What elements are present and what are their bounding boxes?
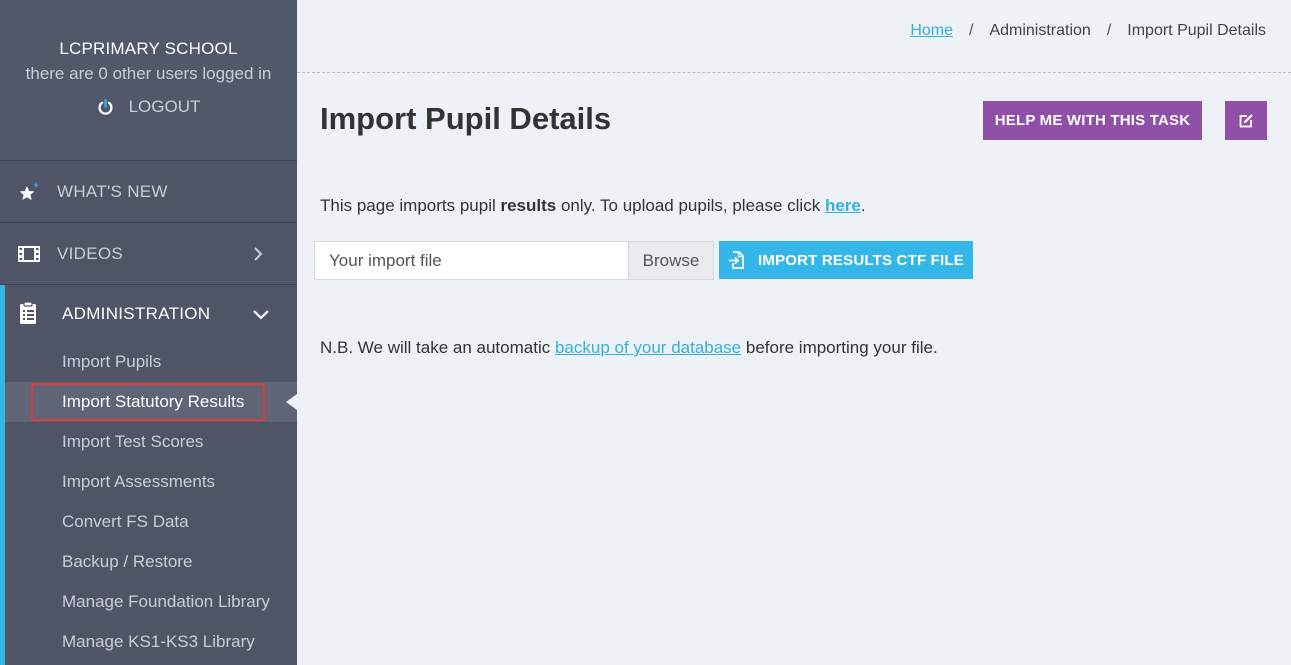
- sidebar-item-manage-foundation-library[interactable]: Manage Foundation Library: [5, 582, 297, 622]
- breadcrumb: Home / Administration / Import Pupil Det…: [910, 22, 1266, 40]
- edit-button[interactable]: [1225, 101, 1267, 140]
- sidebar-item-import-statutory-results[interactable]: Import Statutory Results: [5, 382, 297, 422]
- note-text-part: before importing your file.: [741, 338, 938, 357]
- backup-note: N.B. We will take an automatic backup of…: [320, 338, 938, 358]
- import-file-input[interactable]: Your import file: [314, 241, 629, 280]
- sidebar-item-label: Import Statutory Results: [62, 392, 245, 411]
- clipboard-icon: [20, 301, 36, 324]
- breadcrumb-administration: Administration: [989, 22, 1091, 39]
- logout-button[interactable]: LOGOUT: [97, 97, 201, 117]
- note-text-part: N.B. We will take an automatic: [320, 338, 555, 357]
- power-icon: [98, 98, 113, 115]
- breadcrumb-separator: /: [1106, 22, 1112, 39]
- chevron-right-icon: [254, 246, 263, 261]
- sidebar-item-convert-fs-data[interactable]: Convert FS Data: [5, 502, 297, 542]
- sidebar-item-import-pupils[interactable]: Import Pupils: [5, 342, 297, 382]
- help-me-button[interactable]: HELP ME WITH THIS TASK: [983, 101, 1202, 140]
- breadcrumb-home-link[interactable]: Home: [910, 22, 953, 40]
- backup-database-link[interactable]: backup of your database: [555, 338, 741, 357]
- info-text: This page imports pupil results only. To…: [320, 196, 866, 216]
- import-results-ctf-button[interactable]: IMPORT RESULTS CTF FILE: [719, 241, 973, 279]
- breadcrumb-separator: /: [969, 22, 974, 39]
- nav-administration-section: ADMINISTRATION Import Pupils Import Stat…: [0, 285, 297, 665]
- nav-videos-label: VIDEOS: [57, 243, 124, 263]
- info-text-bold: results: [500, 196, 557, 215]
- file-import-icon: [729, 251, 744, 269]
- info-text-part: This page imports pupil: [320, 196, 501, 215]
- header-divider: [297, 72, 1291, 73]
- info-text-part: .: [860, 196, 866, 215]
- logout-label: LOGOUT: [128, 97, 201, 116]
- nav-videos[interactable]: VIDEOS: [0, 223, 297, 285]
- sparkle-star-icon: [17, 180, 41, 204]
- browse-button[interactable]: Browse: [628, 241, 714, 280]
- film-icon: [17, 242, 41, 266]
- edit-icon: [1239, 113, 1253, 127]
- sidebar-item-import-test-scores[interactable]: Import Test Scores: [5, 422, 297, 462]
- nav-administration-label: ADMINISTRATION: [62, 304, 211, 323]
- chevron-down-icon: [253, 310, 269, 320]
- nav-administration[interactable]: ADMINISTRATION: [5, 285, 297, 345]
- sidebar-item-manage-ks1-ks3-library[interactable]: Manage KS1-KS3 Library: [5, 622, 297, 662]
- page-title: Import Pupil Details: [320, 101, 612, 136]
- sidebar: LCPRIMARY SCHOOL there are 0 other users…: [0, 0, 297, 665]
- sidebar-item-import-assessments[interactable]: Import Assessments: [5, 462, 297, 502]
- sidebar-item-backup-restore[interactable]: Backup / Restore: [5, 542, 297, 582]
- nav-whats-new-label: WHAT'S NEW: [57, 181, 168, 201]
- info-text-part: only. To upload pupils, please click: [556, 196, 825, 215]
- import-button-label: IMPORT RESULTS CTF FILE: [758, 251, 964, 269]
- users-logged-in-text: there are 0 other users logged in: [25, 64, 272, 83]
- upload-pupils-link[interactable]: here: [825, 196, 861, 215]
- user-panel: LCPRIMARY SCHOOL there are 0 other users…: [0, 0, 297, 161]
- breadcrumb-current: Import Pupil Details: [1127, 22, 1266, 39]
- school-name: LCPRIMARY SCHOOL: [59, 39, 238, 58]
- nav-whats-new[interactable]: WHAT'S NEW: [0, 161, 297, 223]
